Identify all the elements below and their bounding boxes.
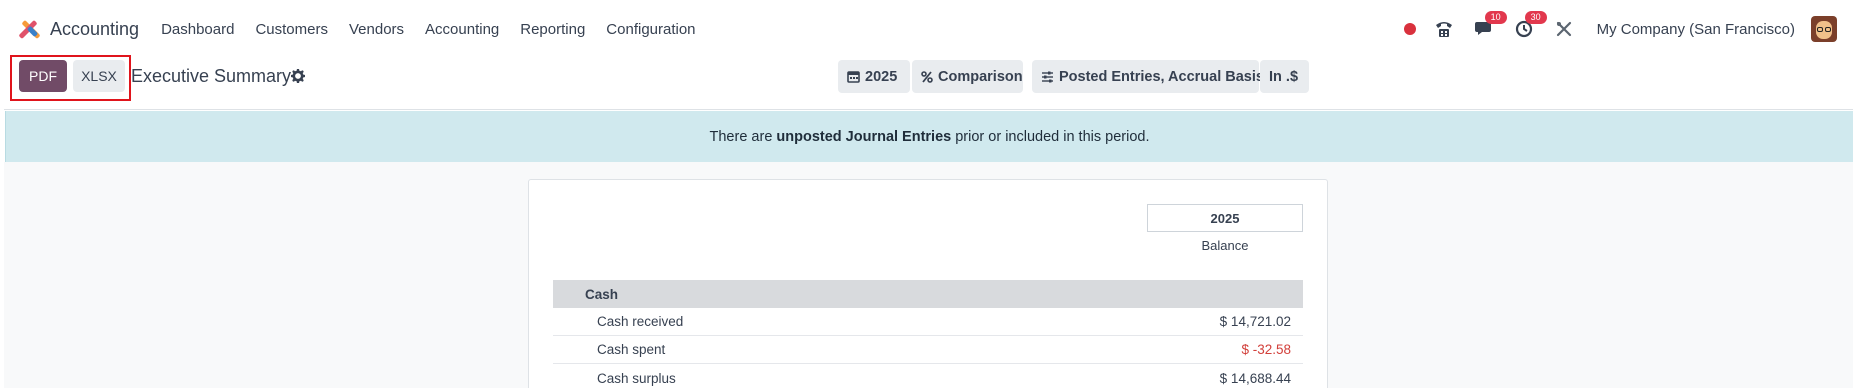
table-row[interactable]: Cash spent $ -32.58 xyxy=(553,336,1303,364)
report-title: Executive Summary xyxy=(131,66,292,86)
section-cash[interactable]: Cash xyxy=(553,280,1303,308)
alert-suffix: prior or included in this period. xyxy=(955,128,1150,145)
messages-icon[interactable]: 10 xyxy=(1473,11,1507,40)
menu-reporting[interactable]: Reporting xyxy=(520,21,585,38)
menu-configuration[interactable]: Configuration xyxy=(606,21,695,38)
menu-vendors[interactable]: Vendors xyxy=(349,21,404,38)
menu-customers[interactable]: Customers xyxy=(255,21,328,38)
row-value[interactable]: $ -32.58 xyxy=(1241,342,1303,357)
row-value[interactable]: $ 14,721.02 xyxy=(1220,314,1303,329)
calendar-icon xyxy=(847,70,860,83)
column-header-period[interactable]: 2025 xyxy=(1147,204,1303,232)
menu-dashboard[interactable]: Dashboard xyxy=(161,21,234,38)
messages-badge: 10 xyxy=(1484,11,1507,24)
gear-icon[interactable] xyxy=(291,69,305,83)
alert-link[interactable]: unposted Journal Entries xyxy=(776,129,951,145)
menu-accounting[interactable]: Accounting xyxy=(425,21,499,38)
sliders-icon xyxy=(1041,71,1054,83)
row-value[interactable]: $ 14,688.44 xyxy=(1220,371,1303,386)
section-label: Cash xyxy=(585,286,619,302)
comparison-filter-button[interactable]: Comparison xyxy=(912,60,1023,93)
recording-indicator-icon[interactable] xyxy=(1403,23,1416,35)
xlsx-button[interactable]: XLSX xyxy=(73,60,125,92)
debug-tools-icon[interactable] xyxy=(1553,18,1575,40)
options-filter-button[interactable]: Posted Entries, Accrual Basis xyxy=(1032,60,1264,93)
activities-clock-icon[interactable]: 30 xyxy=(1513,11,1547,40)
comparison-filter-label: Comparison xyxy=(938,68,1023,85)
phone-icon[interactable] xyxy=(1433,18,1455,40)
app-name[interactable]: Accounting xyxy=(50,19,139,40)
currency-filter-button[interactable]: In .$ xyxy=(1260,60,1309,93)
period-filter-label: 2025 xyxy=(865,68,898,85)
user-avatar[interactable] xyxy=(1811,16,1837,42)
pdf-button[interactable]: PDF xyxy=(19,60,67,92)
company-switcher[interactable]: My Company (San Francisco) xyxy=(1597,21,1795,38)
activities-badge: 30 xyxy=(1524,11,1547,24)
alert-prefix: There are xyxy=(709,128,773,145)
accounting-logo-icon[interactable] xyxy=(18,18,41,40)
currency-filter-label: In .$ xyxy=(1269,68,1299,85)
unposted-entries-alert: There are unposted Journal Entries prior… xyxy=(5,111,1853,162)
column-subheader: Balance xyxy=(1201,238,1249,253)
row-label: Cash received xyxy=(597,314,684,329)
table-row[interactable]: Cash surplus $ 14,688.44 xyxy=(553,364,1303,388)
table-row[interactable]: Cash received $ 14,721.02 xyxy=(553,308,1303,336)
top-navbar: Accounting Dashboard Customers Vendors A… xyxy=(0,0,1853,58)
row-label: Cash spent xyxy=(597,342,666,357)
period-filter-button[interactable]: 2025 xyxy=(838,60,910,93)
options-filter-label: Posted Entries, Accrual Basis xyxy=(1059,68,1264,85)
left-edge xyxy=(0,58,4,388)
percent-icon xyxy=(921,70,933,83)
row-label: Cash surplus xyxy=(597,370,676,386)
